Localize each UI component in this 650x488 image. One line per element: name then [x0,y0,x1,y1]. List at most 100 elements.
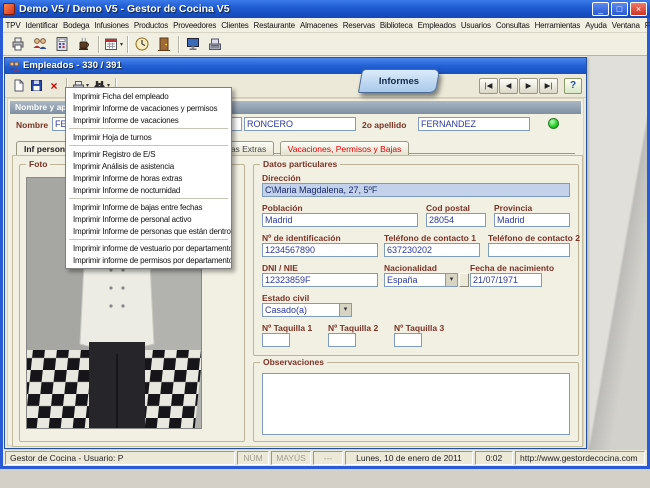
telefono2-field[interactable] [488,243,570,257]
informes-callout: Informes [357,69,441,93]
menu-item-imprimir-analisis-asistencia[interactable]: Imprimir Análisis de asistencia [66,160,231,172]
printer-icon [12,37,24,51]
menu-item-imprimir-informe-vacaciones-permisos[interactable]: Imprimir Informe de vacaciones y permiso… [66,102,231,114]
toolbar-calculator-button[interactable] [51,34,73,54]
app-titlebar: Demo V5 / Demo V5 - Gestor de Cocina V5 … [0,0,650,18]
taquilla2-label: Nº Taquilla 2 [328,323,379,333]
new-page-icon [14,79,23,92]
datos-particulares-caption: Datos particulares [260,159,341,169]
menu-item-imprimir-informe-nocturnidad[interactable]: Imprimir Informe de nocturnidad [66,184,231,196]
menu-item-imprimir-informe-vestuario-departamento[interactable]: Imprimir informe de vestuario por depart… [66,242,231,254]
close-button[interactable]: × [630,2,647,16]
telefono2-label: Teléfono de contacto 2 [488,233,580,243]
cod-postal-field[interactable]: 28054 [426,213,486,227]
toolbar-coffee-button[interactable] [73,34,95,54]
menu-item-consultas[interactable]: Consultas [493,21,532,30]
menu-item-infusiones[interactable]: Infusiones [92,21,131,30]
datos-particulares-group: Datos particulares Dirección C\Maria Mag… [253,159,580,356]
apellido1-field[interactable]: RONCERO [244,117,356,131]
apellido2-field[interactable]: FERNANDEZ [418,117,530,131]
menu-item-imprimir-informe-vacaciones[interactable]: Imprimir Informe de vacaciones [66,114,231,126]
menu-item-bodega[interactable]: Bodega [60,21,91,30]
telefono1-field[interactable]: 637230202 [384,243,480,257]
toolbar-clock-button[interactable] [131,34,153,54]
toolbar-separator [127,35,128,53]
delete-record-button[interactable]: × [45,77,63,94]
toolbar-tpv-terminal-button[interactable] [182,34,204,54]
nacionalidad-combo[interactable]: España [384,273,458,287]
save-floppy-icon [30,80,42,91]
first-record-button[interactable]: |◀ [479,77,498,94]
help-button[interactable]: ? [564,77,582,94]
toolbar-separator [178,35,179,53]
new-record-button[interactable] [9,77,27,94]
menu-item-biblioteca[interactable]: Biblioteca [377,21,415,30]
toolbar-print-button[interactable] [7,34,29,54]
next-record-button[interactable]: ▶ [519,77,538,94]
menu-item-restaurante[interactable]: Restaurante [251,21,297,30]
menu-separator [69,128,228,129]
menu-item-clientes[interactable]: Clientes [219,21,251,30]
direccion-field[interactable]: C\Maria Magdalena, 27, 5ºF [262,183,570,197]
calendar-dropdown-arrow-icon[interactable]: ▾ [120,41,123,48]
menu-item-imprimir-registro-es[interactable]: Imprimir Registro de E/S [66,148,231,160]
taquilla2-field[interactable] [328,333,356,347]
fecha-nacimiento-field[interactable]: 21/07/1971 [470,273,542,287]
menu-item-ayuda[interactable]: Ayuda [583,21,610,30]
toolbar-cash-register-button[interactable] [204,34,226,54]
menu-item-imprimir-informe-bajas-entre-fechas[interactable]: Imprimir Informe de bajas entre fechas [66,201,231,213]
foto-caption: Foto [26,159,51,169]
poblacion-field[interactable]: Madrid [262,213,418,227]
informes-callout-label: Informes [378,75,420,87]
provincia-label: Provincia [494,203,533,213]
menu-item-herramientas[interactable]: Herramientas [532,21,583,30]
observaciones-group: Observaciones [253,357,579,442]
num-identificacion-field[interactable]: 1234567890 [262,243,378,257]
observaciones-textarea[interactable] [262,373,570,435]
menu-separator [69,145,228,146]
taquilla3-field[interactable] [394,333,422,347]
menu-separator [69,198,228,199]
statusbar-date: Lunes, 10 de enero de 2011 [345,451,473,465]
statusbar-url[interactable]: http://www.gestordecocina.com [515,451,645,465]
menu-item-fin[interactable]: Fin [642,21,650,30]
menu-item-almacenes[interactable]: Almacenes [297,21,340,30]
menu-item-proveedores[interactable]: Proveedores [171,21,219,30]
toolbar-calendar-button[interactable]: ▾ [102,34,124,54]
nacionalidad-lookup-button[interactable] [459,273,469,287]
delete-x-icon: × [50,78,58,93]
menu-separator [69,239,228,240]
menu-item-empleados[interactable]: Empleados [415,21,458,30]
previous-record-button[interactable]: ◀ [499,77,518,94]
toolbar-employees-button[interactable] [29,34,51,54]
menu-item-usuarios[interactable]: Usuarios [458,21,493,30]
dni-nie-field[interactable]: 12323859F [262,273,378,287]
menu-item-tpv[interactable]: TPV [3,21,23,30]
menu-item-imprimir-ficha-empleado[interactable]: Imprimir Ficha del empleado [66,90,231,102]
toolbar-exit-door-button[interactable] [153,34,175,54]
empleados-titlebar[interactable]: Empleados - 330 / 391 [5,58,586,74]
menu-item-imprimir-informe-personal-activo[interactable]: Imprimir Informe de personal activo [66,213,231,225]
tab-vacaciones-permisos-bajas[interactable]: Vacaciones, Permisos y Bajas [279,141,410,156]
nombre-label: Nombre [16,120,49,130]
provincia-field[interactable]: Madrid [494,213,570,227]
statusbar-caps-lock: MAYÚS [271,451,311,465]
menu-item-imprimir-informe-permisos-departamento[interactable]: Imprimir informe de permisos por departa… [66,254,231,266]
menu-item-reservas[interactable]: Reservas [340,21,377,30]
menu-item-imprimir-informe-horas-extras[interactable]: Imprimir Informe de horas extras [66,172,231,184]
minimize-button[interactable]: _ [592,2,609,16]
empleados-window-icon [9,61,20,71]
menu-item-imprimir-informe-personas-dentro[interactable]: Imprimir Informe de personas que están d… [66,225,231,237]
last-record-button[interactable]: ▶| [539,77,558,94]
menu-item-identificar[interactable]: Identificar [23,21,60,30]
num-identificacion-label: Nº de identificación [262,233,341,243]
taquilla1-field[interactable] [262,333,290,347]
estado-civil-combo[interactable]: Casado(a) [262,303,352,317]
maximize-button[interactable]: □ [611,2,628,16]
menu-item-imprimir-hoja-turnos[interactable]: Imprimir Hoja de turnos [66,131,231,143]
save-record-button[interactable] [27,77,45,94]
menu-item-ventana[interactable]: Ventana [609,21,642,30]
main-toolbar: ▾ [3,33,647,56]
desktop: { "app": { "title": "Demo V5 / Demo V5 -… [0,0,650,488]
menu-item-productos[interactable]: Productos [131,21,170,30]
